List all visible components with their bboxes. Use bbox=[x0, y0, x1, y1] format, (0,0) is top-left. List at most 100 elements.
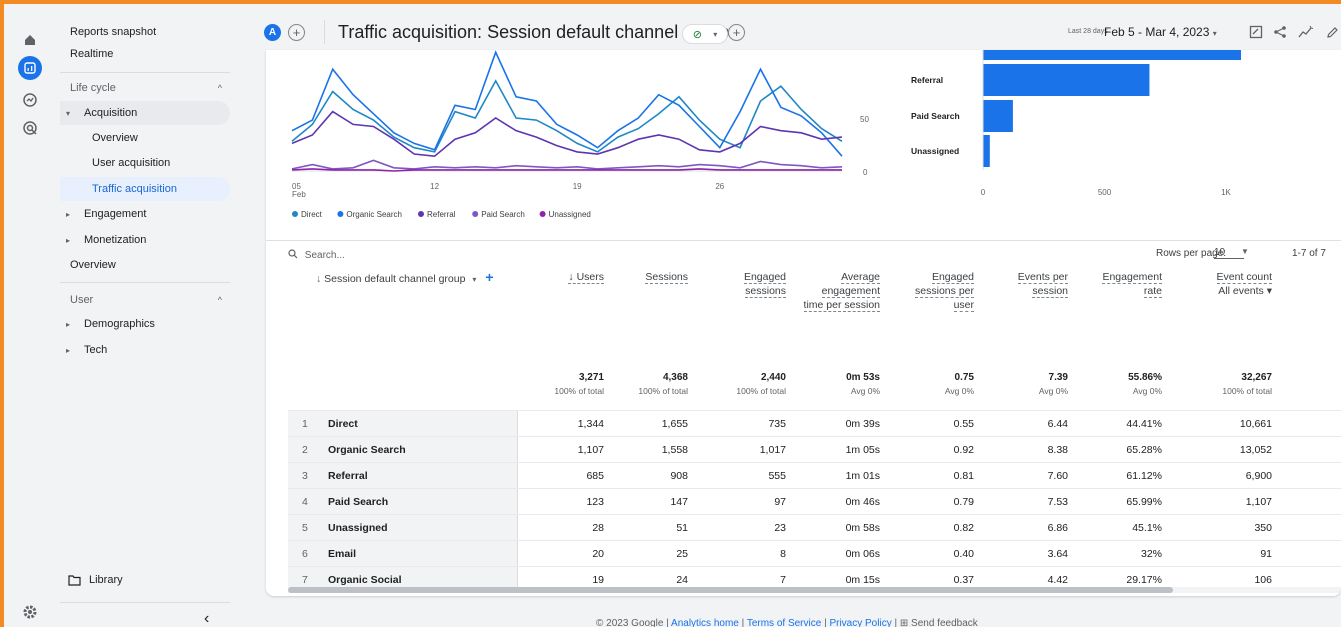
column-header[interactable]: Sessions bbox=[618, 270, 688, 284]
table-row[interactable]: 2 Organic Search 1,107 1,558 1,017 1m 05s 0.92… bbox=[288, 436, 1341, 463]
table-cell: 61.12% bbox=[1126, 470, 1162, 482]
column-header[interactable]: ↓ Users bbox=[534, 270, 604, 284]
table-row[interactable]: 3 Referral 685 908 555 1m 01s 0.81 7.60 61.12% 6,… bbox=[288, 462, 1341, 489]
table-cell: 1,017 bbox=[759, 444, 786, 456]
sidebar-item-label: Reports snapshot bbox=[70, 26, 157, 38]
column-header[interactable]: Engaged sessions per user bbox=[894, 270, 974, 312]
table-row[interactable]: 4 Paid Search 123 147 97 0m 46s 0.79 7.53 65.99%… bbox=[288, 488, 1341, 515]
column-header[interactable]: Average engagement time per session bbox=[800, 270, 880, 312]
comparison-badge-label: A bbox=[268, 27, 277, 38]
total-value: 2,440 bbox=[760, 372, 786, 383]
table-cell: 29.17% bbox=[1126, 574, 1162, 586]
chevron-up-icon: ^ bbox=[217, 83, 222, 93]
table-cell: 10,661 bbox=[1239, 418, 1272, 430]
bar-referral bbox=[983, 64, 1150, 96]
sidebar-section-user[interactable]: User ^ bbox=[70, 288, 230, 312]
rows-per-page-select[interactable]: 10 bbox=[1214, 247, 1244, 259]
table-row[interactable]: 5 Unassigned 28 51 23 0m 58s 0.82 6.86 45.1% 350 bbox=[288, 514, 1341, 541]
footer: © 2023 Google | Analytics home | Terms o… bbox=[596, 618, 978, 627]
table-cell: 0.55 bbox=[953, 418, 974, 430]
bar-x-tick-label: 500 bbox=[1098, 188, 1112, 197]
share-icon[interactable] bbox=[1270, 22, 1290, 42]
sidebar-item-overview-2[interactable]: Overview bbox=[70, 253, 230, 277]
settings-icon[interactable] bbox=[18, 600, 42, 624]
sidebar-item-user-acquisition[interactable]: User acquisition bbox=[92, 151, 230, 175]
explore-icon[interactable] bbox=[18, 88, 42, 112]
total-subtext: 100% of total bbox=[638, 386, 688, 396]
table-cell: 0.82 bbox=[953, 522, 974, 534]
add-comparison-button[interactable]: + bbox=[288, 24, 305, 41]
table-cell: 1,107 bbox=[577, 444, 604, 456]
table-cell: 0.37 bbox=[953, 574, 974, 586]
bar-partial bbox=[983, 50, 1241, 60]
legend-label: Referral bbox=[427, 210, 456, 219]
row-dimension-value: Organic Social bbox=[328, 574, 402, 586]
table-row[interactable]: 6 Email 20 25 8 0m 06s 0.40 3.64 32% 91 bbox=[288, 540, 1341, 567]
total-value: 4,368 bbox=[662, 372, 688, 383]
column-header[interactable]: Event count All events ▾ bbox=[1176, 270, 1272, 298]
edit-comparison-icon[interactable] bbox=[1246, 22, 1266, 42]
status-dropdown[interactable]: ⊘ ▾ bbox=[682, 24, 728, 44]
legend-label: Organic Search bbox=[346, 210, 402, 219]
search-input[interactable]: Search... bbox=[288, 249, 345, 261]
series-line-direct bbox=[291, 79, 843, 153]
analytics-home-link[interactable]: Analytics home bbox=[671, 618, 739, 627]
column-header[interactable]: Engaged sessions bbox=[716, 270, 786, 298]
home-icon[interactable] bbox=[18, 28, 42, 52]
sidebar-item-engagement[interactable]: ▸ Engagement bbox=[60, 202, 230, 226]
sidebar-item-acquisition[interactable]: ▾ Acquisition bbox=[60, 101, 230, 125]
sidebar-item-realtime[interactable]: Realtime bbox=[70, 42, 230, 66]
sidebar-section-life-cycle[interactable]: Life cycle ^ bbox=[70, 76, 230, 100]
table-cell: 24 bbox=[676, 574, 688, 586]
sidebar-item-overview[interactable]: Overview bbox=[92, 126, 230, 150]
dimension-header[interactable]: ↓ Session default channel group ▾ + bbox=[316, 270, 494, 287]
column-header-label: Sessions bbox=[645, 271, 688, 284]
terms-link[interactable]: Terms of Service bbox=[747, 618, 821, 627]
table-cell: 735 bbox=[768, 418, 786, 430]
sidebar-item-tech[interactable]: ▸ Tech bbox=[60, 338, 230, 362]
column-header[interactable]: Engagement rate bbox=[1092, 270, 1162, 298]
insights-icon[interactable] bbox=[1296, 22, 1316, 42]
legend-swatch bbox=[418, 211, 424, 217]
bar-paid-search bbox=[983, 100, 1013, 132]
table-cell: 6.44 bbox=[1047, 418, 1068, 430]
table-cell: 1,558 bbox=[661, 444, 688, 456]
sidebar-item-traffic-acquisition[interactable]: Traffic acquisition bbox=[60, 177, 230, 201]
table-cell: 44.41% bbox=[1126, 418, 1162, 430]
date-range-picker[interactable]: Feb 5 - Mar 4, 2023 ▾ bbox=[1104, 25, 1217, 39]
column-header[interactable]: Events per session bbox=[998, 270, 1068, 298]
table-cell: 1,107 bbox=[1245, 496, 1272, 508]
send-feedback-link[interactable]: Send feedback bbox=[911, 618, 978, 627]
sidebar-item-demographics[interactable]: ▸ Demographics bbox=[60, 312, 230, 336]
sidebar-item-monetization[interactable]: ▸ Monetization bbox=[60, 228, 230, 252]
caret-down-icon: ▾ bbox=[472, 275, 477, 284]
bar-category-label: Referral bbox=[911, 75, 943, 85]
comparison-badge[interactable]: A bbox=[264, 24, 281, 41]
reports-icon[interactable] bbox=[18, 56, 42, 80]
row-dimension-value: Email bbox=[328, 548, 357, 560]
event-filter-dropdown[interactable]: All events ▾ bbox=[1176, 284, 1272, 298]
dimension-cell: 5 Unassigned bbox=[288, 515, 518, 541]
series-line-referral bbox=[291, 110, 843, 158]
chevron-left-icon: ‹ bbox=[204, 610, 210, 627]
add-dimension-icon[interactable]: + bbox=[485, 269, 493, 285]
collapse-sidebar-button[interactable]: ‹ bbox=[204, 610, 209, 627]
table-cell: 1,655 bbox=[661, 418, 688, 430]
total-value: 0.75 bbox=[954, 372, 974, 383]
scrollbar-thumb[interactable] bbox=[288, 587, 1173, 593]
table-cell: 45.1% bbox=[1132, 522, 1162, 534]
sidebar-item-reports-snapshot[interactable]: Reports snapshot bbox=[70, 20, 230, 44]
total-subtext: Avg 0% bbox=[944, 386, 974, 396]
plus-icon: + bbox=[292, 25, 301, 40]
add-report-button[interactable]: + bbox=[728, 24, 745, 41]
privacy-link[interactable]: Privacy Policy bbox=[829, 618, 891, 627]
table-cell: 123 bbox=[586, 496, 604, 508]
horizontal-scrollbar[interactable] bbox=[288, 587, 1341, 593]
total-value: 3,271 bbox=[578, 372, 604, 383]
sidebar-item-label: Library bbox=[89, 574, 123, 586]
pencil-icon[interactable] bbox=[1322, 22, 1341, 42]
advertising-icon[interactable] bbox=[18, 116, 42, 140]
total-value: 55.86% bbox=[1128, 372, 1162, 383]
sidebar-item-library[interactable]: Library bbox=[68, 568, 230, 592]
table-row[interactable]: 1 Direct 1,344 1,655 735 0m 39s 0.55 6.44 44.41%… bbox=[288, 410, 1341, 437]
